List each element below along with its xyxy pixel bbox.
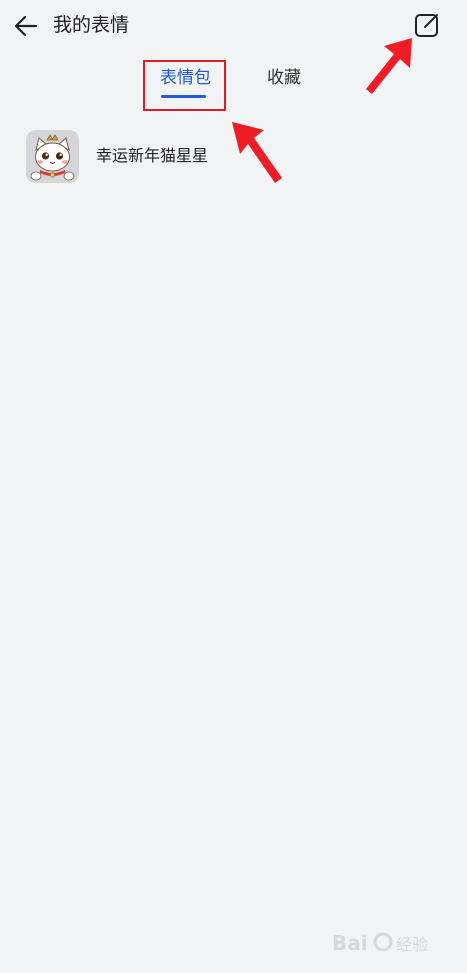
back-button[interactable] — [10, 10, 42, 42]
active-tab-indicator — [161, 95, 206, 98]
edit-square-icon — [415, 14, 438, 37]
cat-sticker-thumbnail — [26, 130, 79, 183]
edit-button[interactable] — [411, 10, 443, 42]
sticker-pack-item[interactable]: 幸运新年猫星星 — [0, 122, 467, 192]
svg-text:经验: 经验 — [396, 935, 428, 954]
tab-bar: 表情包 收藏 — [0, 58, 467, 114]
watermark-logo: Bai 经验 — [328, 922, 448, 962]
page-title: 我的表情 — [53, 14, 130, 36]
top-bar: 我的表情 — [0, 0, 467, 52]
tab-sticker-packs[interactable]: 表情包 — [160, 66, 211, 90]
arrow-left-icon — [14, 15, 38, 37]
svg-text:Bai: Bai — [332, 931, 368, 955]
sticker-pack-name: 幸运新年猫星星 — [96, 146, 209, 165]
tab-favorites[interactable]: 收藏 — [267, 66, 301, 90]
